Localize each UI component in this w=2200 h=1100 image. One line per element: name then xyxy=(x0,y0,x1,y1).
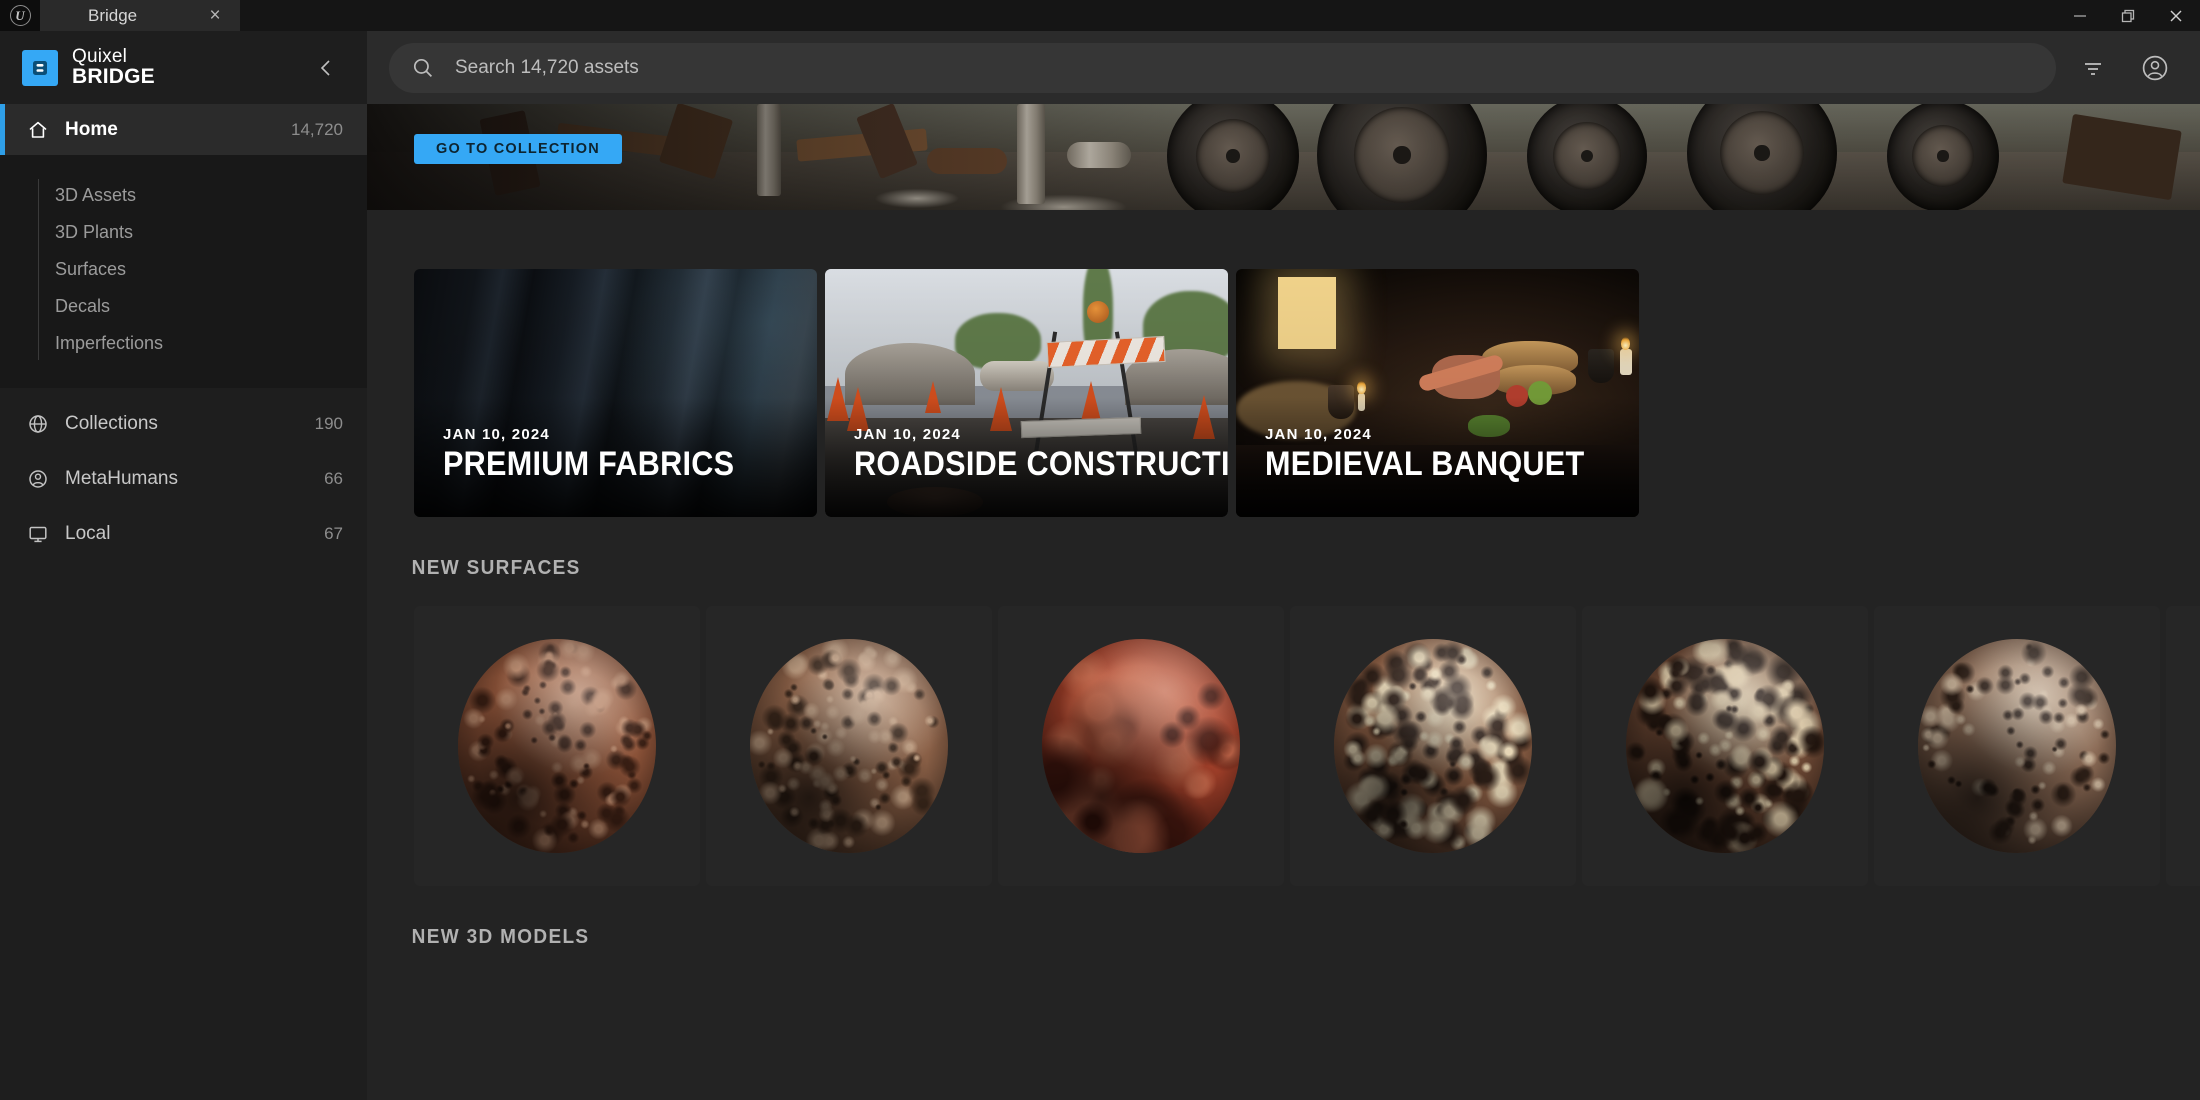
sidebar: Quixel BRIDGE Home 14,720 3D Assets 3D P… xyxy=(0,31,367,1100)
collection-card-text: JAN 10, 2024 PREMIUM FABRICS xyxy=(443,426,797,483)
sidebar-item-label: MetaHumans xyxy=(65,467,178,489)
filter-icon[interactable] xyxy=(2068,43,2118,93)
tabstrip: Bridge × xyxy=(40,0,240,31)
bridge-logo-icon xyxy=(22,49,58,86)
top-toolbar: Search 14,720 assets xyxy=(367,31,2200,104)
hero-overlay xyxy=(367,104,2200,210)
collection-title: MEDIEVAL BANQUET xyxy=(1265,445,1585,484)
collection-card[interactable]: JAN 10, 2024 PREMIUM FABRICS xyxy=(414,269,817,517)
unreal-engine-icon: U xyxy=(0,0,40,31)
sidebar-item-count: 67 xyxy=(324,523,343,543)
sidebar-subitem-surfaces[interactable]: Surfaces xyxy=(0,251,367,288)
brand-line-1: Quixel xyxy=(72,45,128,67)
sidebar-subitem-3d-plants[interactable]: 3D Plants xyxy=(0,214,367,251)
rocky-red-ground-sphere xyxy=(458,639,656,853)
surface-tile[interactable] xyxy=(706,606,992,886)
user-account-icon[interactable] xyxy=(2130,43,2180,93)
sidebar-item-collections[interactable]: Collections 190 xyxy=(0,396,367,451)
subitem-label: Imperfections xyxy=(55,333,164,353)
sphere-shading xyxy=(1334,639,1532,853)
fine-brown-sand-sphere xyxy=(1918,639,2116,853)
sidebar-item-local[interactable]: Local 67 xyxy=(0,506,367,561)
sidebar-item-label: Local xyxy=(65,522,111,544)
collection-title: PREMIUM FABRICS xyxy=(443,445,735,484)
sidebar-item-count: 14,720 xyxy=(291,119,343,139)
subitem-label: Decals xyxy=(55,296,111,316)
hero-banner[interactable]: GO TO COLLECTION xyxy=(367,104,2200,210)
window-close-icon[interactable] xyxy=(2152,0,2200,31)
cracked-brown-rock-sphere xyxy=(750,639,948,853)
sidebar-item-label: Collections xyxy=(65,412,158,434)
surface-tile[interactable] xyxy=(1582,606,1868,886)
collection-date: JAN 10, 2024 xyxy=(443,426,550,444)
subitem-label: 3D Plants xyxy=(55,222,134,242)
sidebar-subnav: 3D Assets 3D Plants Surfaces Decals Impe… xyxy=(0,155,367,388)
restore-icon[interactable] xyxy=(2104,0,2152,31)
sidebar-item-count: 190 xyxy=(314,413,343,433)
search-input[interactable]: Search 14,720 assets xyxy=(389,42,2056,93)
sidebar-subitem-3d-assets[interactable]: 3D Assets xyxy=(0,177,367,214)
collection-card[interactable]: JAN 10, 2024 ROADSIDE CONSTRUCTION xyxy=(825,269,1228,517)
surface-tile[interactable] xyxy=(1874,606,2160,886)
chevron-left-icon[interactable] xyxy=(313,55,339,81)
user-circle-icon xyxy=(24,465,51,492)
window-titlebar: U Bridge × xyxy=(0,0,2200,31)
section-title-new-3d-models: NEW 3D MODELS xyxy=(411,926,590,948)
surface-tile[interactable] xyxy=(2166,606,2200,886)
collection-card-text: JAN 10, 2024 MEDIEVAL BANQUET xyxy=(1265,426,1619,483)
content-area: JAN 10, 2024 PREMIUM FABRICS JAN 10, 202… xyxy=(367,210,2200,949)
sphere-shading xyxy=(1626,639,1824,853)
surface-tile[interactable] xyxy=(998,606,1284,886)
monitor-icon xyxy=(24,520,51,547)
sidebar-item-home[interactable]: Home 14,720 xyxy=(0,104,367,155)
sidebar-item-label: Home xyxy=(65,118,118,140)
pebbled-gravel-sphere xyxy=(1334,639,1532,853)
sphere-shading xyxy=(458,639,656,853)
tab-bridge[interactable]: Bridge × xyxy=(40,0,240,31)
brand-header: Quixel BRIDGE xyxy=(0,31,367,104)
search-placeholder: Search 14,720 assets xyxy=(455,56,639,78)
collection-card[interactable]: JAN 10, 2024 MEDIEVAL BANQUET xyxy=(1236,269,1639,517)
collection-date: JAN 10, 2024 xyxy=(1265,426,1372,444)
main-content: Search 14,720 assets GO TO COLLECTION JA… xyxy=(367,31,2200,1100)
new-surfaces-row xyxy=(367,580,2200,886)
sphere-shading xyxy=(1918,639,2116,853)
brand-line-2: BRIDGE xyxy=(72,65,155,89)
smooth-red-clay-sphere xyxy=(1042,639,1240,853)
sidebar-item-count: 66 xyxy=(324,468,343,488)
window-controls xyxy=(2056,0,2200,31)
search-icon xyxy=(409,54,437,82)
sphere-shading xyxy=(1042,639,1240,853)
collection-date: JAN 10, 2024 xyxy=(854,426,961,444)
surface-tile[interactable] xyxy=(1290,606,1576,886)
subitem-label: 3D Assets xyxy=(55,185,137,205)
go-to-collection-button[interactable]: GO TO COLLECTION xyxy=(414,134,622,164)
sidebar-item-metahumans[interactable]: MetaHumans 66 xyxy=(0,451,367,506)
surface-tile[interactable] xyxy=(414,606,700,886)
home-icon xyxy=(24,116,51,143)
sphere-shading xyxy=(750,639,948,853)
gritty-dark-soil-sphere xyxy=(1626,639,1824,853)
globe-icon xyxy=(24,410,51,437)
close-icon[interactable]: × xyxy=(204,6,226,25)
section-title-new-surfaces: NEW SURFACES xyxy=(411,557,581,579)
sidebar-groups: Collections 190 MetaHumans 66 Local 67 xyxy=(0,388,367,561)
collection-card-text: JAN 10, 2024 ROADSIDE CONSTRUCTION xyxy=(854,426,1228,484)
tab-label: Bridge xyxy=(88,5,138,25)
sidebar-subitem-decals[interactable]: Decals xyxy=(0,288,367,325)
collection-title: ROADSIDE CONSTRUCTION xyxy=(854,445,1228,484)
sidebar-subitem-imperfections[interactable]: Imperfections xyxy=(0,325,367,362)
minimize-icon[interactable] xyxy=(2056,0,2104,31)
subitem-label: Surfaces xyxy=(55,259,127,279)
featured-collections-row: JAN 10, 2024 PREMIUM FABRICS JAN 10, 202… xyxy=(367,210,2200,517)
